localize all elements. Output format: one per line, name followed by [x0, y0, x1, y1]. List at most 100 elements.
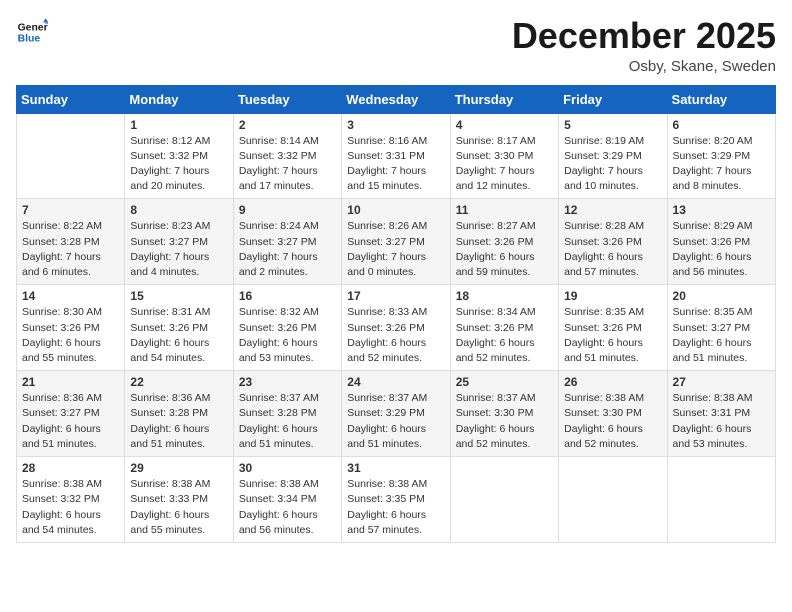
day-number: 31 — [347, 461, 444, 475]
weekday-header-sunday: Sunday — [17, 85, 125, 113]
calendar-cell: 20 Sunrise: 8:35 AMSunset: 3:27 PMDayligh… — [667, 285, 775, 371]
day-number: 8 — [130, 203, 227, 217]
day-number: 23 — [239, 375, 336, 389]
day-number: 10 — [347, 203, 444, 217]
calendar-cell: 15 Sunrise: 8:31 AMSunset: 3:26 PMDayligh… — [125, 285, 233, 371]
calendar-cell: 10 Sunrise: 8:26 AMSunset: 3:27 PMDayligh… — [342, 199, 450, 285]
calendar-cell: 9Sunrise: 8:24 AMSunset: 3:27 PMDaylight… — [233, 199, 341, 285]
day-info: Sunrise: 8:38 AMSunset: 3:32 PMDaylight:… — [22, 477, 119, 538]
calendar-body: 1 Sunrise: 8:12 AMSunset: 3:32 PMDaylight… — [17, 113, 776, 542]
day-number: 6 — [673, 118, 770, 132]
calendar-week-1: 1 Sunrise: 8:12 AMSunset: 3:32 PMDaylight… — [17, 113, 776, 199]
title-area: December 2025 Osby, Skane, Sweden — [512, 16, 776, 75]
day-number: 3 — [347, 118, 444, 132]
day-info: Sunrise: 8:24 AMSunset: 3:27 PMDaylight:… — [239, 219, 336, 280]
header: General Blue December 2025 Osby, Skane, … — [16, 16, 776, 75]
day-info: Sunrise: 8:14 AMSunset: 3:32 PMDaylight:… — [239, 134, 336, 195]
day-info: Sunrise: 8:26 AMSunset: 3:27 PMDaylight:… — [347, 219, 444, 280]
calendar-cell: 3Sunrise: 8:16 AMSunset: 3:31 PMDaylight… — [342, 113, 450, 199]
month-title: December 2025 — [512, 16, 776, 56]
day-info: Sunrise: 8:20 AMSunset: 3:29 PMDaylight:… — [673, 134, 770, 195]
day-info: Sunrise: 8:38 AMSunset: 3:33 PMDaylight:… — [130, 477, 227, 538]
calendar-cell: 18Sunrise: 8:34 AMSunset: 3:26 PMDayligh… — [450, 285, 558, 371]
calendar-cell: 16 Sunrise: 8:32 AMSunset: 3:26 PMDayligh… — [233, 285, 341, 371]
day-info: Sunrise: 8:37 AMSunset: 3:28 PMDaylight:… — [239, 391, 336, 452]
calendar-cell: 25 Sunrise: 8:37 AMSunset: 3:30 PMDayligh… — [450, 371, 558, 457]
weekday-row: SundayMondayTuesdayWednesdayThursdayFrid… — [17, 85, 776, 113]
day-info: Sunrise: 8:35 AMSunset: 3:27 PMDaylight:… — [673, 305, 770, 366]
day-number: 12 — [564, 203, 661, 217]
logo: General Blue — [16, 16, 48, 48]
weekday-header-tuesday: Tuesday — [233, 85, 341, 113]
weekday-header-monday: Monday — [125, 85, 233, 113]
calendar-cell: 24 Sunrise: 8:37 AMSunset: 3:29 PMDayligh… — [342, 371, 450, 457]
day-info: Sunrise: 8:36 AMSunset: 3:28 PMDaylight:… — [130, 391, 227, 452]
day-number: 27 — [673, 375, 770, 389]
calendar-header: SundayMondayTuesdayWednesdayThursdayFrid… — [17, 85, 776, 113]
day-number: 30 — [239, 461, 336, 475]
day-number: 25 — [456, 375, 553, 389]
day-number: 2 — [239, 118, 336, 132]
day-number: 4 — [456, 118, 553, 132]
calendar-cell: 29 Sunrise: 8:38 AMSunset: 3:33 PMDayligh… — [125, 457, 233, 543]
day-number: 22 — [130, 375, 227, 389]
day-number: 16 — [239, 289, 336, 303]
calendar: SundayMondayTuesdayWednesdayThursdayFrid… — [16, 85, 776, 543]
day-info: Sunrise: 8:38 AMSunset: 3:31 PMDaylight:… — [673, 391, 770, 452]
calendar-cell: 28 Sunrise: 8:38 AMSunset: 3:32 PMDayligh… — [17, 457, 125, 543]
calendar-cell: 22 Sunrise: 8:36 AMSunset: 3:28 PMDayligh… — [125, 371, 233, 457]
day-number: 20 — [673, 289, 770, 303]
day-info: Sunrise: 8:38 AMSunset: 3:30 PMDaylight:… — [564, 391, 661, 452]
day-info: Sunrise: 8:31 AMSunset: 3:26 PMDaylight:… — [130, 305, 227, 366]
location: Osby, Skane, Sweden — [512, 58, 776, 75]
day-number: 21 — [22, 375, 119, 389]
calendar-week-3: 14 Sunrise: 8:30 AMSunset: 3:26 PMDayligh… — [17, 285, 776, 371]
calendar-cell: 7Sunrise: 8:22 AMSunset: 3:28 PMDaylight… — [17, 199, 125, 285]
calendar-cell: 11 Sunrise: 8:27 AMSunset: 3:26 PMDayligh… — [450, 199, 558, 285]
day-info: Sunrise: 8:32 AMSunset: 3:26 PMDaylight:… — [239, 305, 336, 366]
calendar-cell: 13 Sunrise: 8:29 AMSunset: 3:26 PMDayligh… — [667, 199, 775, 285]
day-number: 11 — [456, 203, 553, 217]
calendar-week-4: 21 Sunrise: 8:36 AMSunset: 3:27 PMDayligh… — [17, 371, 776, 457]
day-info: Sunrise: 8:37 AMSunset: 3:29 PMDaylight:… — [347, 391, 444, 452]
calendar-cell: 2 Sunrise: 8:14 AMSunset: 3:32 PMDaylight… — [233, 113, 341, 199]
day-info: Sunrise: 8:38 AMSunset: 3:34 PMDaylight:… — [239, 477, 336, 538]
calendar-cell: 1 Sunrise: 8:12 AMSunset: 3:32 PMDaylight… — [125, 113, 233, 199]
day-number: 5 — [564, 118, 661, 132]
weekday-header-thursday: Thursday — [450, 85, 558, 113]
calendar-week-2: 7Sunrise: 8:22 AMSunset: 3:28 PMDaylight… — [17, 199, 776, 285]
day-info: Sunrise: 8:38 AMSunset: 3:35 PMDaylight:… — [347, 477, 444, 538]
day-number: 19 — [564, 289, 661, 303]
day-info: Sunrise: 8:37 AMSunset: 3:30 PMDaylight:… — [456, 391, 553, 452]
calendar-cell: 30 Sunrise: 8:38 AMSunset: 3:34 PMDayligh… — [233, 457, 341, 543]
weekday-header-friday: Friday — [559, 85, 667, 113]
day-info: Sunrise: 8:27 AMSunset: 3:26 PMDaylight:… — [456, 219, 553, 280]
calendar-week-5: 28 Sunrise: 8:38 AMSunset: 3:32 PMDayligh… — [17, 457, 776, 543]
weekday-header-wednesday: Wednesday — [342, 85, 450, 113]
day-info: Sunrise: 8:30 AMSunset: 3:26 PMDaylight:… — [22, 305, 119, 366]
calendar-cell — [450, 457, 558, 543]
day-info: Sunrise: 8:17 AMSunset: 3:30 PMDaylight:… — [456, 134, 553, 195]
day-info: Sunrise: 8:29 AMSunset: 3:26 PMDaylight:… — [673, 219, 770, 280]
day-info: Sunrise: 8:36 AMSunset: 3:27 PMDaylight:… — [22, 391, 119, 452]
day-number: 14 — [22, 289, 119, 303]
day-number: 1 — [130, 118, 227, 132]
weekday-header-saturday: Saturday — [667, 85, 775, 113]
day-number: 13 — [673, 203, 770, 217]
calendar-cell: 6 Sunrise: 8:20 AMSunset: 3:29 PMDaylight… — [667, 113, 775, 199]
calendar-cell — [17, 113, 125, 199]
day-number: 28 — [22, 461, 119, 475]
day-number: 18 — [456, 289, 553, 303]
calendar-cell: 21 Sunrise: 8:36 AMSunset: 3:27 PMDayligh… — [17, 371, 125, 457]
calendar-cell: 26Sunrise: 8:38 AMSunset: 3:30 PMDayligh… — [559, 371, 667, 457]
day-info: Sunrise: 8:12 AMSunset: 3:32 PMDaylight:… — [130, 134, 227, 195]
day-number: 29 — [130, 461, 227, 475]
svg-text:General: General — [18, 22, 48, 33]
day-number: 15 — [130, 289, 227, 303]
calendar-cell: 27 Sunrise: 8:38 AMSunset: 3:31 PMDayligh… — [667, 371, 775, 457]
calendar-cell: 19Sunrise: 8:35 AMSunset: 3:26 PMDayligh… — [559, 285, 667, 371]
day-number: 24 — [347, 375, 444, 389]
day-info: Sunrise: 8:33 AMSunset: 3:26 PMDaylight:… — [347, 305, 444, 366]
calendar-cell: 17Sunrise: 8:33 AMSunset: 3:26 PMDayligh… — [342, 285, 450, 371]
day-info: Sunrise: 8:23 AMSunset: 3:27 PMDaylight:… — [130, 219, 227, 280]
